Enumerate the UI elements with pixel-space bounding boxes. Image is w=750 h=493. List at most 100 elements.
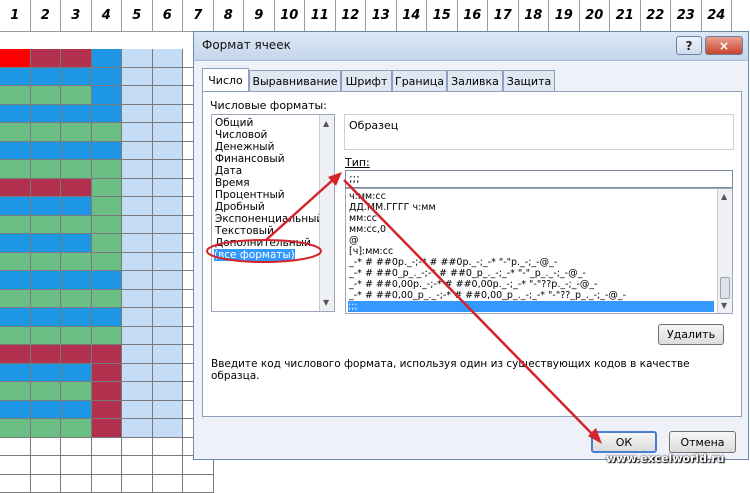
column-header[interactable]: 19 bbox=[549, 0, 580, 32]
grid-cell[interactable] bbox=[61, 438, 92, 457]
format-category-item[interactable]: Время bbox=[215, 177, 250, 189]
column-header[interactable]: 9 bbox=[244, 0, 275, 32]
grid-cell[interactable] bbox=[61, 197, 92, 216]
grid-cell[interactable] bbox=[0, 179, 31, 198]
grid-cell[interactable] bbox=[122, 345, 153, 364]
grid-cell[interactable] bbox=[31, 475, 62, 493]
grid-cell[interactable] bbox=[0, 456, 31, 475]
grid-cell[interactable] bbox=[92, 160, 123, 179]
grid-cell[interactable] bbox=[92, 86, 123, 105]
column-header[interactable]: 5 bbox=[122, 0, 153, 32]
grid-cell[interactable] bbox=[153, 438, 184, 457]
grid-cell[interactable] bbox=[122, 234, 153, 253]
grid-cell[interactable] bbox=[61, 475, 92, 493]
grid-cell[interactable] bbox=[92, 123, 123, 142]
grid-cell[interactable] bbox=[92, 290, 123, 309]
grid-cell[interactable] bbox=[92, 253, 123, 272]
grid-cell[interactable] bbox=[92, 327, 123, 346]
grid-cell[interactable] bbox=[61, 68, 92, 87]
grid-cell[interactable] bbox=[122, 179, 153, 198]
grid-cell[interactable] bbox=[153, 327, 184, 346]
type-list-item[interactable]: [ч]:мм:сс bbox=[349, 246, 393, 257]
grid-cell[interactable] bbox=[0, 401, 31, 420]
grid-cell[interactable] bbox=[153, 68, 184, 87]
grid-cell[interactable] bbox=[31, 345, 62, 364]
grid-cell[interactable] bbox=[122, 290, 153, 309]
type-list-item[interactable]: _-* # ##0_р_._-;-* # ##0_р_._-;_-* "-"_р… bbox=[349, 268, 586, 279]
format-category-item[interactable]: Текстовый bbox=[215, 225, 274, 237]
tab-fill[interactable]: Заливка bbox=[447, 70, 503, 91]
column-header[interactable]: 12 bbox=[336, 0, 367, 32]
grid-cell[interactable] bbox=[31, 419, 62, 438]
grid-cell[interactable] bbox=[92, 197, 123, 216]
column-header[interactable]: 1 bbox=[0, 0, 31, 32]
category-scrollbar[interactable]: ▲ ▼ bbox=[319, 115, 335, 311]
grid-cell[interactable] bbox=[61, 123, 92, 142]
grid-cell[interactable] bbox=[0, 86, 31, 105]
grid-cell[interactable] bbox=[61, 234, 92, 253]
grid-cell[interactable] bbox=[92, 456, 123, 475]
column-header[interactable]: 17 bbox=[488, 0, 519, 32]
type-list-item[interactable]: ДД.ММ.ГГГГ ч:мм bbox=[349, 202, 436, 213]
grid-cell[interactable] bbox=[153, 308, 184, 327]
grid-cell[interactable] bbox=[153, 179, 184, 198]
grid-cell[interactable] bbox=[31, 271, 62, 290]
column-header[interactable]: 7 bbox=[183, 0, 214, 32]
format-category-item[interactable]: Общий bbox=[215, 117, 253, 129]
grid-cell[interactable] bbox=[61, 253, 92, 272]
grid-cell[interactable] bbox=[31, 197, 62, 216]
grid-cell[interactable] bbox=[61, 290, 92, 309]
grid-cell[interactable] bbox=[153, 419, 184, 438]
grid-cell[interactable] bbox=[31, 308, 62, 327]
grid-cell[interactable] bbox=[31, 142, 62, 161]
column-header[interactable]: 8 bbox=[214, 0, 245, 32]
grid-cell[interactable] bbox=[0, 105, 31, 124]
grid-cell[interactable] bbox=[0, 438, 31, 457]
grid-cell[interactable] bbox=[61, 160, 92, 179]
type-list-item[interactable]: @ bbox=[349, 235, 359, 246]
grid-cell[interactable] bbox=[153, 216, 184, 235]
grid-cell[interactable] bbox=[153, 382, 184, 401]
grid-cell[interactable] bbox=[122, 197, 153, 216]
column-header[interactable]: 22 bbox=[641, 0, 672, 32]
format-category-item[interactable]: Дата bbox=[215, 165, 242, 177]
grid-cell[interactable] bbox=[92, 438, 123, 457]
grid-cell[interactable] bbox=[61, 86, 92, 105]
grid-cell[interactable] bbox=[122, 475, 153, 493]
close-button[interactable]: × bbox=[705, 36, 743, 55]
grid-cell[interactable] bbox=[153, 197, 184, 216]
column-header[interactable]: 16 bbox=[458, 0, 489, 32]
tab-number[interactable]: Число bbox=[202, 68, 249, 91]
format-category-item[interactable]: Дробный bbox=[215, 201, 265, 213]
grid-cell[interactable] bbox=[153, 345, 184, 364]
grid-cell[interactable] bbox=[31, 253, 62, 272]
grid-cell[interactable] bbox=[61, 271, 92, 290]
type-list-item[interactable]: ч:мм:сс bbox=[349, 191, 386, 202]
grid-cell[interactable] bbox=[0, 49, 31, 68]
column-header[interactable]: 23 bbox=[671, 0, 702, 32]
type-list-item[interactable]: мм:сс,0 bbox=[349, 224, 386, 235]
grid-cell[interactable] bbox=[0, 197, 31, 216]
grid-cell[interactable] bbox=[153, 475, 184, 493]
grid-cell[interactable] bbox=[92, 475, 123, 493]
grid-cell[interactable] bbox=[0, 253, 31, 272]
type-list-item[interactable]: ;;; bbox=[348, 301, 714, 312]
grid-cell[interactable] bbox=[153, 456, 184, 475]
column-header[interactable]: 2 bbox=[31, 0, 62, 32]
grid-cell[interactable] bbox=[153, 290, 184, 309]
grid-cell[interactable] bbox=[92, 216, 123, 235]
grid-cell[interactable] bbox=[122, 364, 153, 383]
type-list-item[interactable]: _-* # ##0,00р._-;-* # ##0,00р._-;_-* "-"… bbox=[349, 279, 598, 290]
grid-cell[interactable] bbox=[92, 401, 123, 420]
format-category-list[interactable]: ОбщийЧисловойДенежныйФинансовыйДатаВремя… bbox=[211, 114, 335, 312]
grid-cell[interactable] bbox=[92, 234, 123, 253]
grid-cell[interactable] bbox=[92, 49, 123, 68]
grid-cell[interactable] bbox=[92, 105, 123, 124]
column-header[interactable]: 6 bbox=[153, 0, 184, 32]
format-category-item[interactable]: Денежный bbox=[215, 141, 274, 153]
grid-cell[interactable] bbox=[122, 419, 153, 438]
grid-cell[interactable] bbox=[31, 123, 62, 142]
column-header[interactable]: 18 bbox=[519, 0, 550, 32]
tab-alignment[interactable]: Выравнивание bbox=[249, 70, 341, 91]
format-category-item[interactable]: Финансовый bbox=[215, 153, 285, 165]
